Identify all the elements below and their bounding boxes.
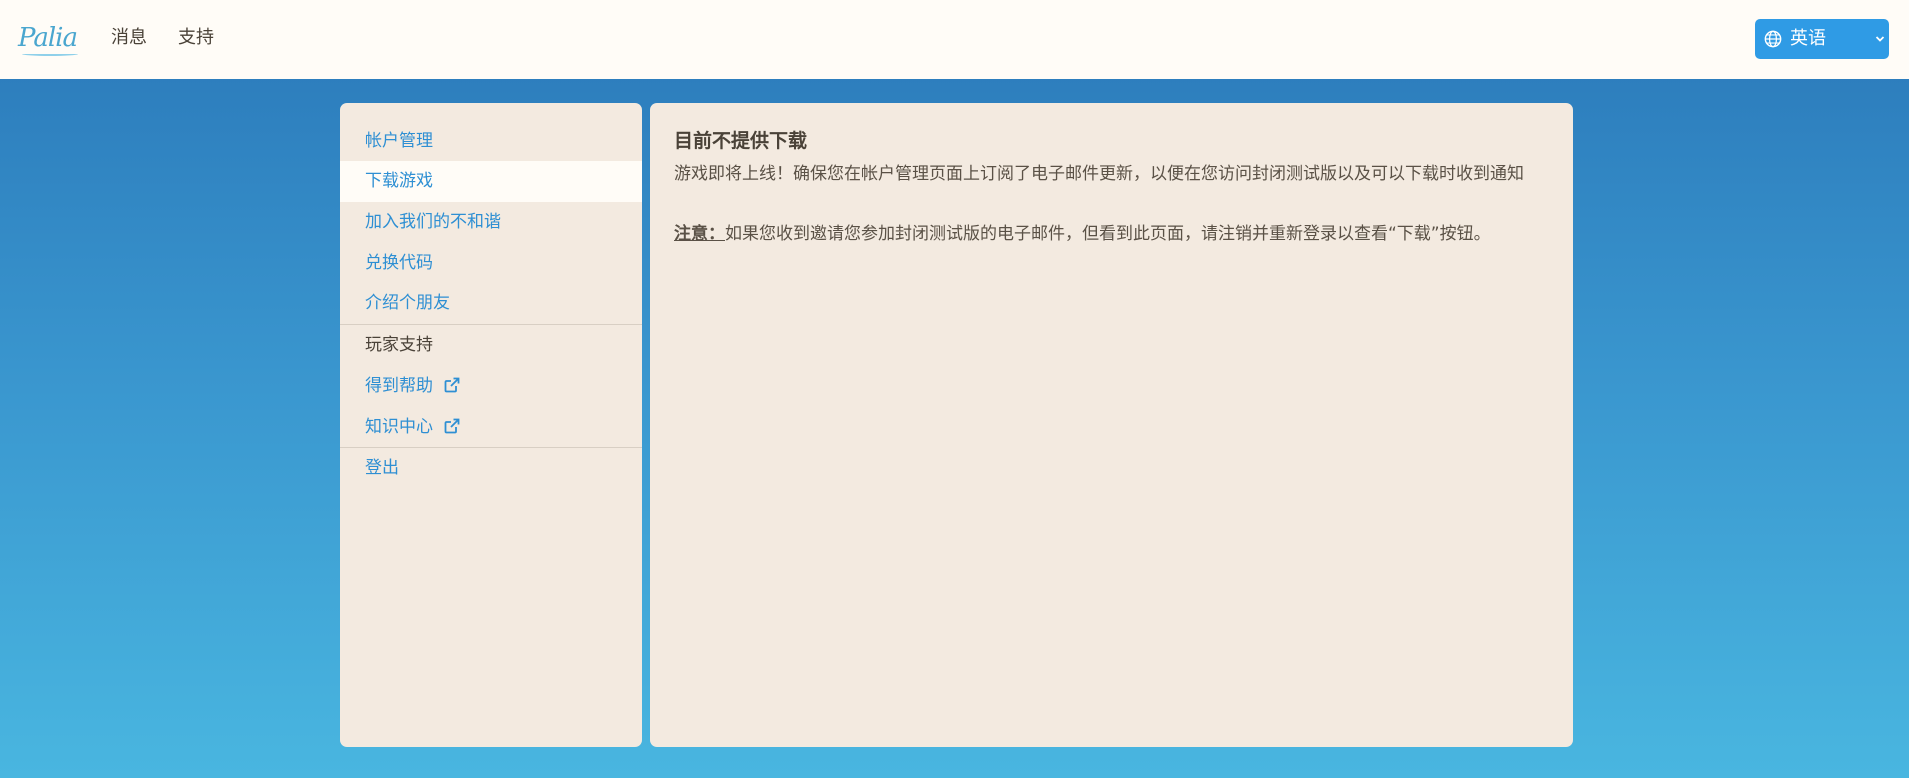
top-navbar: Palia 消息 支持 英语: [0, 0, 1909, 79]
sidebar-item-label: 兑换代码: [365, 253, 433, 273]
palia-logo[interactable]: Palia: [18, 18, 78, 58]
sidebar-section-label: 玩家支持: [365, 335, 433, 355]
sidebar-item-download-game[interactable]: 下载游戏: [340, 161, 642, 202]
nav-support-link[interactable]: 支持: [178, 26, 214, 50]
page-title: 目前不提供下载: [674, 130, 808, 152]
sidebar-item-redeem-code[interactable]: 兑换代码: [340, 243, 642, 284]
sidebar-item-label: 下载游戏: [365, 171, 433, 191]
download-unavailable-message: 游戏即将上线！确保您在帐户管理页面上订阅了电子邮件更新，以便在您访问封闭测试版以…: [674, 164, 1524, 184]
download-panel: 目前不提供下载 游戏即将上线！确保您在帐户管理页面上订阅了电子邮件更新，以便在您…: [650, 103, 1573, 747]
sidebar-item-label: 登出: [365, 458, 399, 478]
sidebar-item-get-help[interactable]: 得到帮助: [340, 366, 642, 407]
language-select[interactable]: 英语: [1755, 19, 1889, 59]
sidebar-item-join-discord[interactable]: 加入我们的不和谐: [340, 202, 642, 243]
sidebar-item-logout[interactable]: 登出: [340, 448, 642, 489]
language-select-value: 英语: [1790, 28, 1826, 49]
chevron-down-icon: [1875, 36, 1885, 42]
logo-swirl: [22, 52, 78, 56]
note-paragraph: 注意：如果您收到邀请您参加封闭测试版的电子邮件，但看到此页面，请注销并重新登录以…: [674, 222, 1554, 247]
logo-text: Palia: [18, 23, 78, 53]
sidebar-item-account-management[interactable]: 帐户管理: [340, 121, 642, 162]
sidebar-item-knowledge-center[interactable]: 知识中心: [340, 407, 642, 448]
globe-icon: [1764, 30, 1782, 48]
sidebar-item-label: 得到帮助: [365, 376, 433, 396]
sidebar-item-label: 介绍个朋友: [365, 293, 450, 313]
note-text: 如果您收到邀请您参加封闭测试版的电子邮件，但看到此页面，请注销并重新登录以查看“…: [725, 224, 1491, 244]
account-sidebar: 帐户管理 下载游戏 加入我们的不和谐 兑换代码 介绍个朋友 玩家支持 得到帮助 …: [340, 103, 642, 747]
sidebar-item-label: 知识中心: [365, 417, 433, 437]
sidebar-item-label: 加入我们的不和谐: [365, 212, 501, 232]
external-link-icon: [445, 377, 460, 393]
sidebar-item-label: 帐户管理: [365, 131, 433, 151]
sidebar-item-refer-friend[interactable]: 介绍个朋友: [340, 283, 642, 324]
external-link-icon: [445, 418, 460, 434]
sidebar-section-player-support: 玩家支持: [340, 325, 642, 366]
nav-news-link[interactable]: 消息: [111, 26, 147, 50]
note-label: 注意：: [674, 224, 725, 244]
